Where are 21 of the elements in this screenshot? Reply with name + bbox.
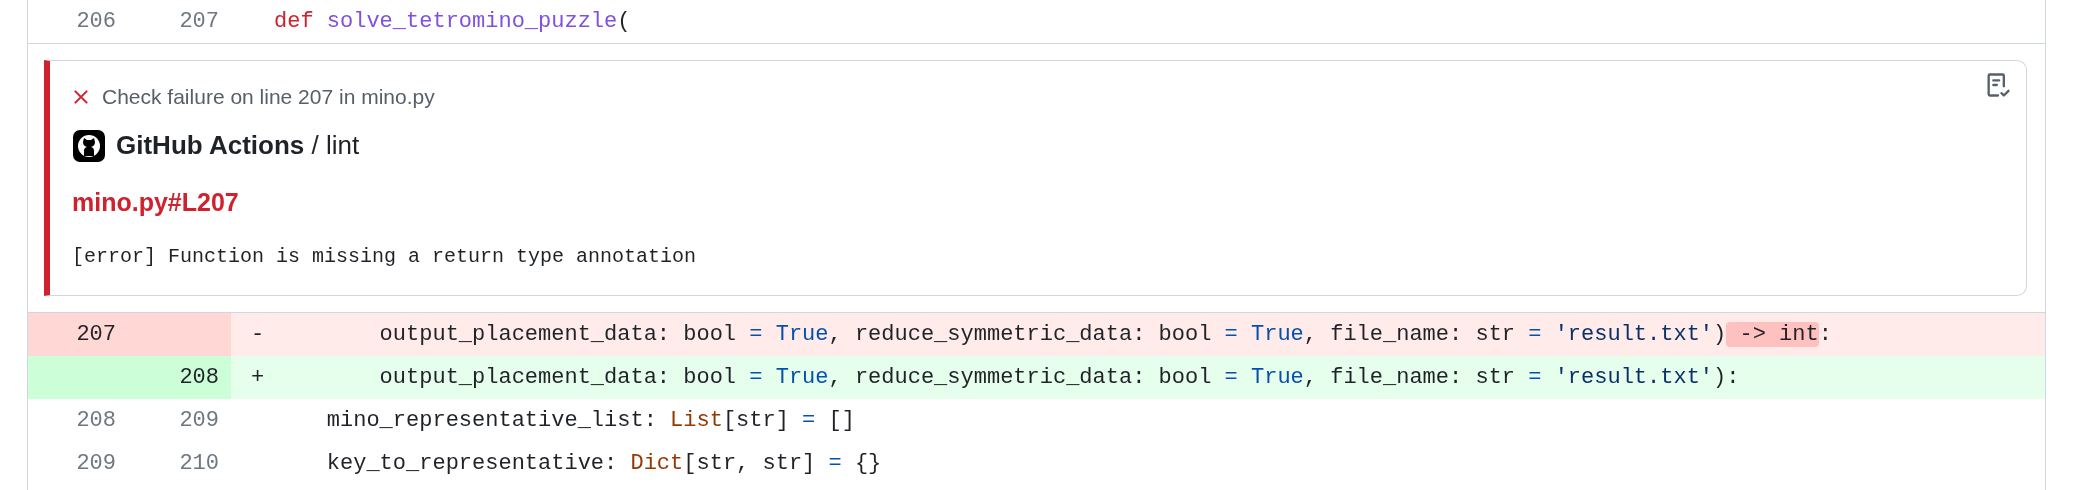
line-number: 209 bbox=[179, 407, 219, 435]
code-line: key_to_representative: Dict[str, str] = {} bbox=[325, 450, 882, 478]
line-number: 207 bbox=[179, 8, 219, 36]
line-number: 210 bbox=[179, 450, 219, 478]
diff-marker: - bbox=[250, 321, 266, 349]
line-number: 207 bbox=[76, 321, 116, 349]
file-link[interactable]: mino.py#L207 bbox=[72, 183, 239, 222]
line-number: 208 bbox=[179, 364, 219, 392]
error-message: [error] Function is missing a return type annotation bbox=[72, 244, 697, 270]
line-number: 208 bbox=[76, 407, 116, 435]
app-name: GitHub Actions / lint bbox=[116, 129, 360, 162]
line-number: 209 bbox=[76, 450, 116, 478]
code-line: output_placement_data: bool = True, reduce_symmetric_data: bool = True, file_name: str = 'result.txt') -> int: bbox=[378, 321, 1832, 349]
code-line: mino_representative_list: List[str] = [] bbox=[325, 407, 855, 435]
close-icon bbox=[72, 88, 90, 106]
app-avatar-icon bbox=[72, 128, 106, 163]
line-number: 206 bbox=[76, 8, 116, 36]
code-line: output_placement_data: bool = True, reduce_symmetric_data: bool = True, file_name: str = 'result.txt'): bbox=[378, 364, 1740, 392]
code-line: def solve_tetromino_puzzle( bbox=[274, 8, 631, 36]
diff-marker: + bbox=[250, 364, 266, 392]
check-title: Check failure on line 207 in mino.py bbox=[102, 84, 435, 111]
